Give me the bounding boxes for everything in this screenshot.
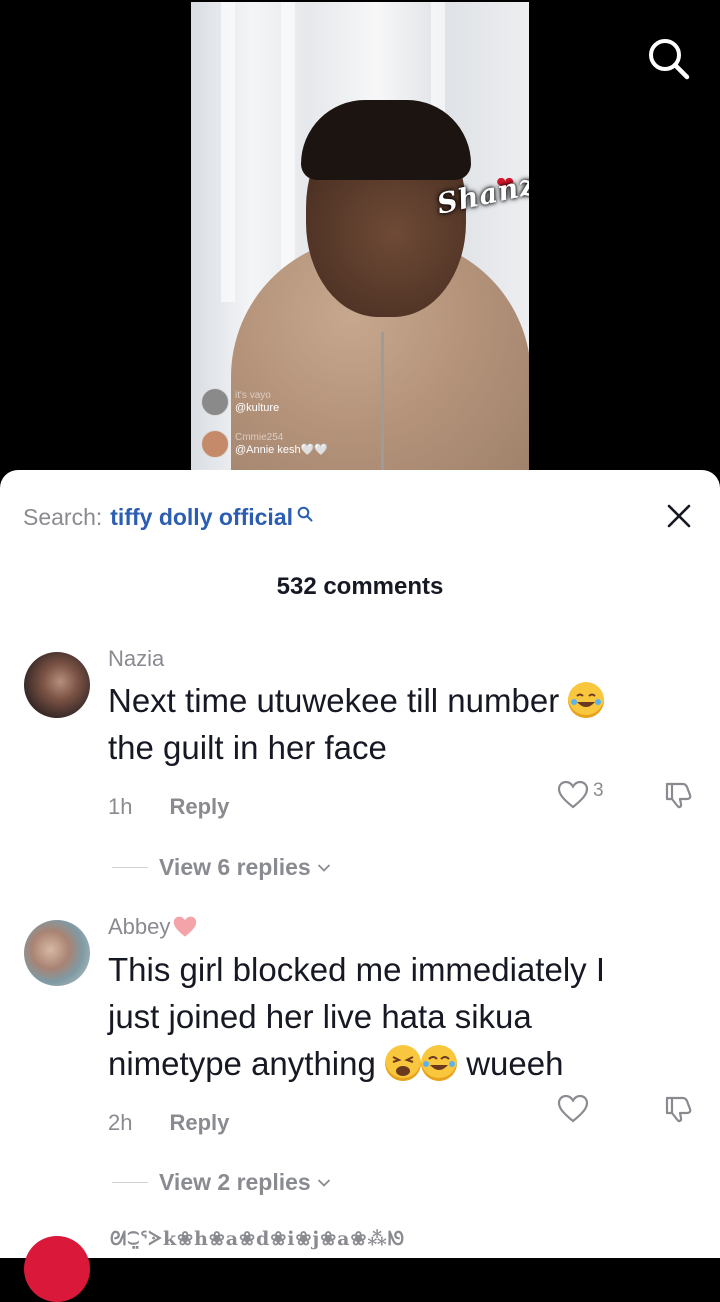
- close-icon[interactable]: [664, 501, 694, 531]
- search-prefix: Search:: [23, 504, 103, 530]
- comment-text-line: This girl blocked me immediately I: [108, 951, 605, 988]
- search-term-link[interactable]: tiffy dolly official: [110, 504, 293, 531]
- live-comment-sub: Cmmie254: [235, 432, 284, 443]
- live-comment-row: it's vayo @kulture: [201, 388, 279, 416]
- live-comment-sub: it's vayo: [235, 390, 271, 401]
- view-replies-label: View 6 replies: [159, 854, 311, 880]
- view-replies-button[interactable]: View 2 replies: [112, 1169, 331, 1196]
- tears-of-joy-emoji-icon: [421, 1045, 458, 1081]
- like-button[interactable]: 3: [557, 780, 604, 810]
- comment-text-line: nimetype anything: [108, 1045, 376, 1082]
- dislike-icon[interactable]: [663, 780, 693, 810]
- view-replies-button[interactable]: View 6 replies: [112, 854, 331, 881]
- live-comment-name: @kulture: [235, 402, 280, 414]
- dislike-icon[interactable]: [663, 1094, 693, 1124]
- comment-meta: 2h Reply: [108, 1110, 229, 1136]
- divider: [112, 867, 148, 868]
- comment-count: 532 comments: [276, 573, 444, 600]
- comment-username[interactable]: Nazia: [108, 646, 164, 672]
- weary-face-emoji-icon: [385, 1045, 422, 1081]
- comment-meta: 1h Reply: [108, 794, 229, 820]
- chevron-down-icon: [317, 863, 330, 872]
- comment-text-line: the guilt in her face: [108, 729, 387, 766]
- like-button[interactable]: [557, 1094, 593, 1124]
- like-count: 3: [593, 780, 604, 801]
- heart-icon: [557, 780, 589, 809]
- curtain: [221, 2, 235, 302]
- search-icon[interactable]: [646, 36, 690, 80]
- comment-time: 2h: [108, 1110, 133, 1135]
- avatar: [201, 430, 229, 458]
- streamer-hair: [301, 100, 471, 180]
- video-frame[interactable]: ❤ Shanzey it's vayo @kulture Cmmie254 @A…: [191, 2, 529, 480]
- search-icon: [297, 506, 313, 521]
- pink-heart-icon: [174, 916, 197, 937]
- comment-text-line: just joined her live hata sikua: [108, 998, 532, 1035]
- chevron-down-icon: [317, 1178, 330, 1187]
- jacket-zipper: [381, 332, 402, 472]
- search-suggestion[interactable]: Search: tiffy dolly official: [23, 504, 313, 531]
- avatar[interactable]: [24, 652, 90, 718]
- live-comment-row: Cmmie254 @Annie kesh🤍🤍: [201, 430, 328, 458]
- comment-username[interactable]: Abbey: [108, 914, 198, 940]
- live-video-area[interactable]: ❤ Shanzey it's vayo @kulture Cmmie254 @A…: [0, 0, 720, 480]
- view-replies-label: View 2 replies: [159, 1169, 311, 1195]
- comment-username[interactable]: ᘛ⁐̤ᕐᐷk❀h❀a❀d❀i❀j❀a❀⁂ᘚ: [110, 1228, 405, 1250]
- comment-time: 1h: [108, 794, 133, 819]
- comment-text: Next time utuwekee till number the guilt…: [108, 677, 698, 771]
- comment-text-line: Next time utuwekee till number: [108, 682, 560, 719]
- live-comment-name: @Annie kesh🤍🤍: [235, 444, 328, 456]
- comment-text-line: wueeh: [466, 1045, 564, 1082]
- reply-button[interactable]: Reply: [169, 794, 229, 820]
- heart-icon: [557, 1094, 589, 1123]
- avatar[interactable]: [24, 1236, 90, 1302]
- rolling-laughing-emoji-icon: [568, 682, 605, 718]
- avatar: [201, 388, 229, 416]
- comment-text: This girl blocked me immediately I just …: [108, 946, 698, 1087]
- reply-button[interactable]: Reply: [169, 1110, 229, 1136]
- username-text: Abbey: [108, 914, 171, 939]
- divider: [112, 1182, 148, 1183]
- avatar[interactable]: [24, 920, 90, 986]
- curtain: [281, 2, 295, 302]
